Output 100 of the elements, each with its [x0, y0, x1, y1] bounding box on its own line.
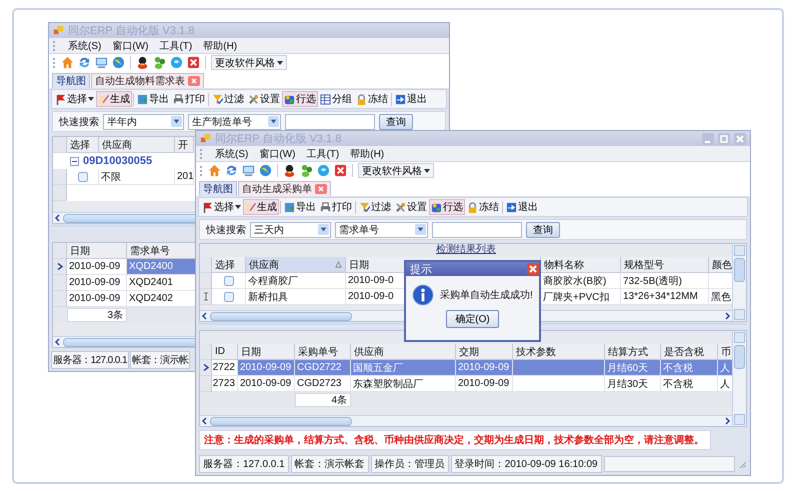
table-cell: 人	[718, 376, 732, 392]
collapse-icon[interactable]	[70, 156, 79, 166]
scroll-right-icon[interactable]	[723, 312, 731, 320]
scroll-left-icon[interactable]	[201, 417, 209, 425]
people-icon[interactable]	[300, 164, 313, 177]
people-icon[interactable]	[153, 56, 166, 69]
row-header[interactable]	[53, 259, 67, 275]
chat-icon[interactable]	[170, 56, 183, 69]
export-icon	[284, 202, 295, 212]
maximize-icon[interactable]	[718, 132, 730, 144]
style-menu-button[interactable]: 更改软件风格	[358, 163, 434, 178]
menu-item[interactable]: 系统(S)	[68, 38, 102, 52]
checkbox[interactable]	[224, 276, 234, 286]
horizontal-scrollbar[interactable]	[200, 415, 732, 426]
print-button[interactable]: 打印	[318, 199, 354, 215]
checkbox[interactable]	[224, 292, 234, 302]
query-button[interactable]: 查询	[379, 114, 413, 130]
sort-icon[interactable]	[335, 261, 342, 268]
menu-item[interactable]: 工具(T)	[159, 38, 192, 52]
group-row[interactable]: 09D10030055	[53, 153, 194, 169]
caret-icon	[235, 205, 241, 209]
menu-item[interactable]: 窗口(W)	[112, 38, 148, 52]
freeze-button[interactable]: 冻结	[465, 199, 501, 215]
close-icon[interactable]	[734, 132, 746, 144]
range-dropdown[interactable]: 三天内	[250, 222, 331, 238]
table-cell: 201	[175, 169, 194, 185]
tab[interactable]: 导航图	[199, 181, 237, 196]
lock-icon	[467, 202, 478, 212]
person-icon[interactable]	[136, 56, 149, 69]
settings-button[interactable]: 设置	[246, 91, 282, 107]
globe-icon[interactable]	[259, 164, 272, 177]
scroll-left-icon[interactable]	[201, 312, 209, 320]
refresh-icon[interactable]	[225, 164, 238, 177]
ok-button[interactable]: 确定(O)	[446, 310, 499, 328]
tab[interactable]: 自动生成采购单	[238, 181, 331, 196]
rowselect-button[interactable]: 行选	[282, 91, 318, 107]
menu-item[interactable]: 帮助(H)	[203, 38, 238, 52]
select-button[interactable]: 选择	[53, 91, 96, 107]
home-icon[interactable]	[208, 164, 221, 177]
row-count: 3条	[67, 308, 127, 322]
close-icon[interactable]	[527, 263, 539, 275]
monitor-icon[interactable]	[95, 56, 108, 69]
select-button[interactable]: 选择	[200, 199, 243, 215]
query-button[interactable]: 查询	[526, 222, 560, 238]
search-field[interactable]	[285, 114, 375, 130]
menu-item[interactable]: 系统(S)	[215, 146, 248, 160]
vertical-scrollbar[interactable]	[732, 331, 746, 426]
row-header[interactable]	[200, 289, 212, 305]
close-icon[interactable]	[187, 56, 200, 69]
home-icon[interactable]	[61, 56, 74, 69]
pencil-icon	[245, 202, 256, 212]
resize-grip-icon[interactable]	[737, 459, 747, 469]
table-cell: 今程裔胶厂	[246, 273, 346, 289]
monitor-icon[interactable]	[242, 164, 255, 177]
dropdown-value: 生产制造单号	[192, 116, 252, 128]
scroll-right-icon[interactable]	[723, 417, 731, 425]
minimize-icon[interactable]	[702, 132, 714, 144]
globe-icon[interactable]	[112, 56, 125, 69]
search-field[interactable]	[432, 222, 522, 238]
flag-icon	[202, 202, 213, 212]
person-icon[interactable]	[283, 164, 296, 177]
row-pointer-icon	[202, 363, 208, 372]
tab[interactable]: 导航图	[52, 73, 90, 88]
style-menu-button[interactable]: 更改软件风格	[211, 55, 287, 70]
scroll-left-icon[interactable]	[54, 338, 62, 346]
filter-button[interactable]: 过滤	[210, 91, 246, 107]
menu-item[interactable]: 窗口(W)	[259, 146, 296, 160]
exit-button[interactable]: 退出	[393, 91, 429, 107]
rowselect-button[interactable]: 行选	[429, 199, 465, 215]
field-dropdown[interactable]: 需求单号	[335, 222, 428, 238]
export-button[interactable]: 导出	[282, 199, 318, 215]
vertical-scrollbar[interactable]	[732, 244, 746, 321]
close-icon[interactable]	[334, 164, 347, 177]
group-button[interactable]: 分组	[318, 91, 354, 107]
refresh-icon[interactable]	[78, 56, 91, 69]
generate-button[interactable]: 生成	[243, 199, 279, 215]
checkbox[interactable]	[78, 172, 88, 182]
menu-item[interactable]: 工具(T)	[306, 146, 340, 160]
scroll-left-icon[interactable]	[54, 214, 62, 222]
column-header[interactable]: 供应商	[246, 257, 346, 273]
caret-icon	[88, 97, 94, 101]
export-button[interactable]: 导出	[135, 91, 171, 107]
generate-button[interactable]: 生成	[96, 91, 132, 107]
range-dropdown[interactable]: 半年内	[103, 114, 184, 130]
status-item: 登录时间：2010-09-09 16:10:09	[450, 455, 602, 473]
filter-button[interactable]: 过滤	[357, 199, 393, 215]
row-header[interactable]	[200, 360, 212, 376]
pencil-icon	[98, 94, 109, 104]
close-tab-icon[interactable]	[188, 76, 200, 86]
field-dropdown[interactable]: 生产制造单号	[188, 114, 281, 130]
tab[interactable]: 自动生成物料需求表	[91, 73, 204, 88]
freeze-button[interactable]: 冻结	[354, 91, 390, 107]
menu-item[interactable]: 帮助(H)	[350, 146, 384, 160]
flag-icon	[55, 94, 66, 104]
settings-button[interactable]: 设置	[393, 199, 429, 215]
close-tab-icon[interactable]	[315, 184, 327, 194]
table-cell: 2010-09-09	[67, 259, 127, 275]
print-button[interactable]: 打印	[171, 91, 207, 107]
chat-icon[interactable]	[317, 164, 330, 177]
exit-button[interactable]: 退出	[504, 199, 540, 215]
